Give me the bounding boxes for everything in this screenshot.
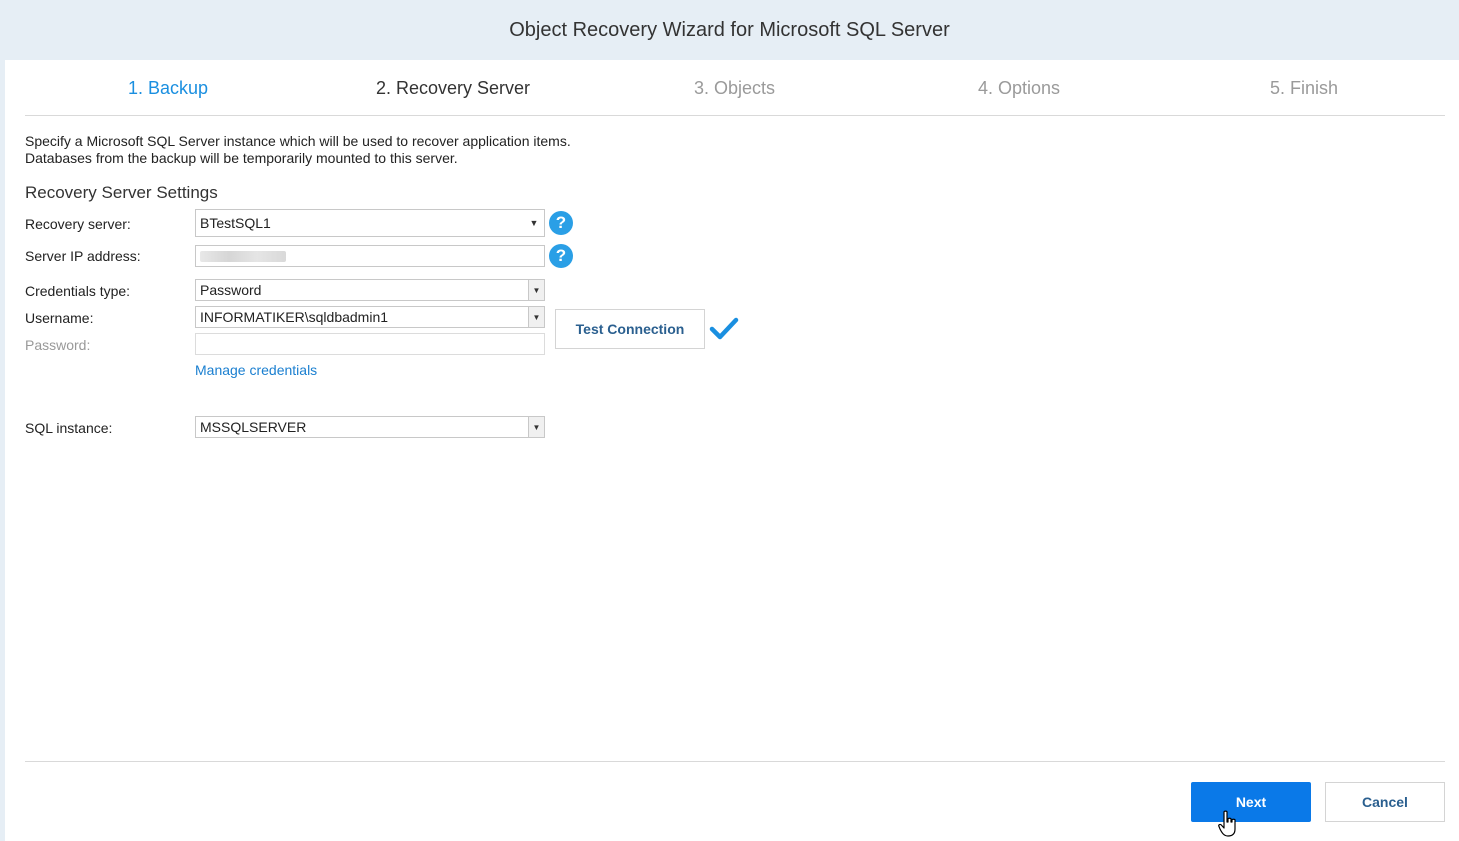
sql-instance-label: SQL instance:	[25, 420, 113, 436]
next-button[interactable]: Next	[1191, 782, 1311, 822]
footer-divider	[25, 761, 1445, 762]
cancel-button[interactable]: Cancel	[1325, 782, 1445, 822]
step-backup[interactable]: 1. Backup	[128, 78, 208, 99]
recovery-server-label: Recovery server:	[25, 216, 131, 232]
chevron-down-icon[interactable]: ▼	[528, 280, 544, 300]
password-label: Password:	[25, 337, 91, 353]
wizard-page: Object Recovery Wizard for Microsoft SQL…	[0, 0, 1459, 841]
username-combo[interactable]: INFORMATIKER\sqldbadmin1 ▼	[195, 306, 545, 328]
chevron-down-icon[interactable]: ▼	[528, 307, 544, 327]
chevron-down-icon: ▼	[529, 218, 539, 228]
sql-instance-combo[interactable]: MSSQLSERVER ▼	[195, 416, 545, 438]
help-icon[interactable]: ?	[549, 211, 573, 235]
test-connection-button[interactable]: Test Connection	[555, 309, 705, 349]
left-edge	[0, 60, 5, 841]
step-recovery-server[interactable]: 2. Recovery Server	[376, 78, 530, 99]
server-ip-label: Server IP address:	[25, 248, 141, 264]
help-icon[interactable]: ?	[549, 244, 573, 268]
wizard-steps: 1. Backup 2. Recovery Server 3. Objects …	[25, 70, 1445, 116]
description: Specify a Microsoft SQL Server instance …	[25, 133, 571, 167]
username-label: Username:	[25, 310, 94, 326]
credentials-type-value: Password	[200, 282, 262, 298]
window-title: Object Recovery Wizard for Microsoft SQL…	[0, 0, 1459, 60]
redacted-ip	[200, 250, 286, 262]
step-finish: 5. Finish	[1270, 78, 1339, 98]
server-ip-input[interactable]	[195, 245, 545, 267]
description-line-2: Databases from the backup will be tempor…	[25, 150, 458, 166]
credentials-type-combo[interactable]: Password ▼	[195, 279, 545, 301]
manage-credentials-link[interactable]: Manage credentials	[195, 362, 317, 378]
hand-cursor-icon	[1218, 810, 1236, 837]
check-icon	[709, 317, 739, 340]
section-title: Recovery Server Settings	[25, 183, 218, 202]
recovery-server-select[interactable]: BTestSQL1 ▼	[195, 209, 545, 237]
password-input[interactable]	[195, 333, 545, 355]
step-objects: 3. Objects	[694, 78, 776, 98]
step-options: 4. Options	[978, 78, 1061, 98]
recovery-server-value: BTestSQL1	[200, 215, 271, 231]
chevron-down-icon[interactable]: ▼	[528, 417, 544, 437]
description-line-1: Specify a Microsoft SQL Server instance …	[25, 133, 571, 149]
sql-instance-value: MSSQLSERVER	[200, 419, 307, 435]
credentials-type-label: Credentials type:	[25, 283, 131, 299]
username-value: INFORMATIKER\sqldbadmin1	[200, 309, 389, 325]
